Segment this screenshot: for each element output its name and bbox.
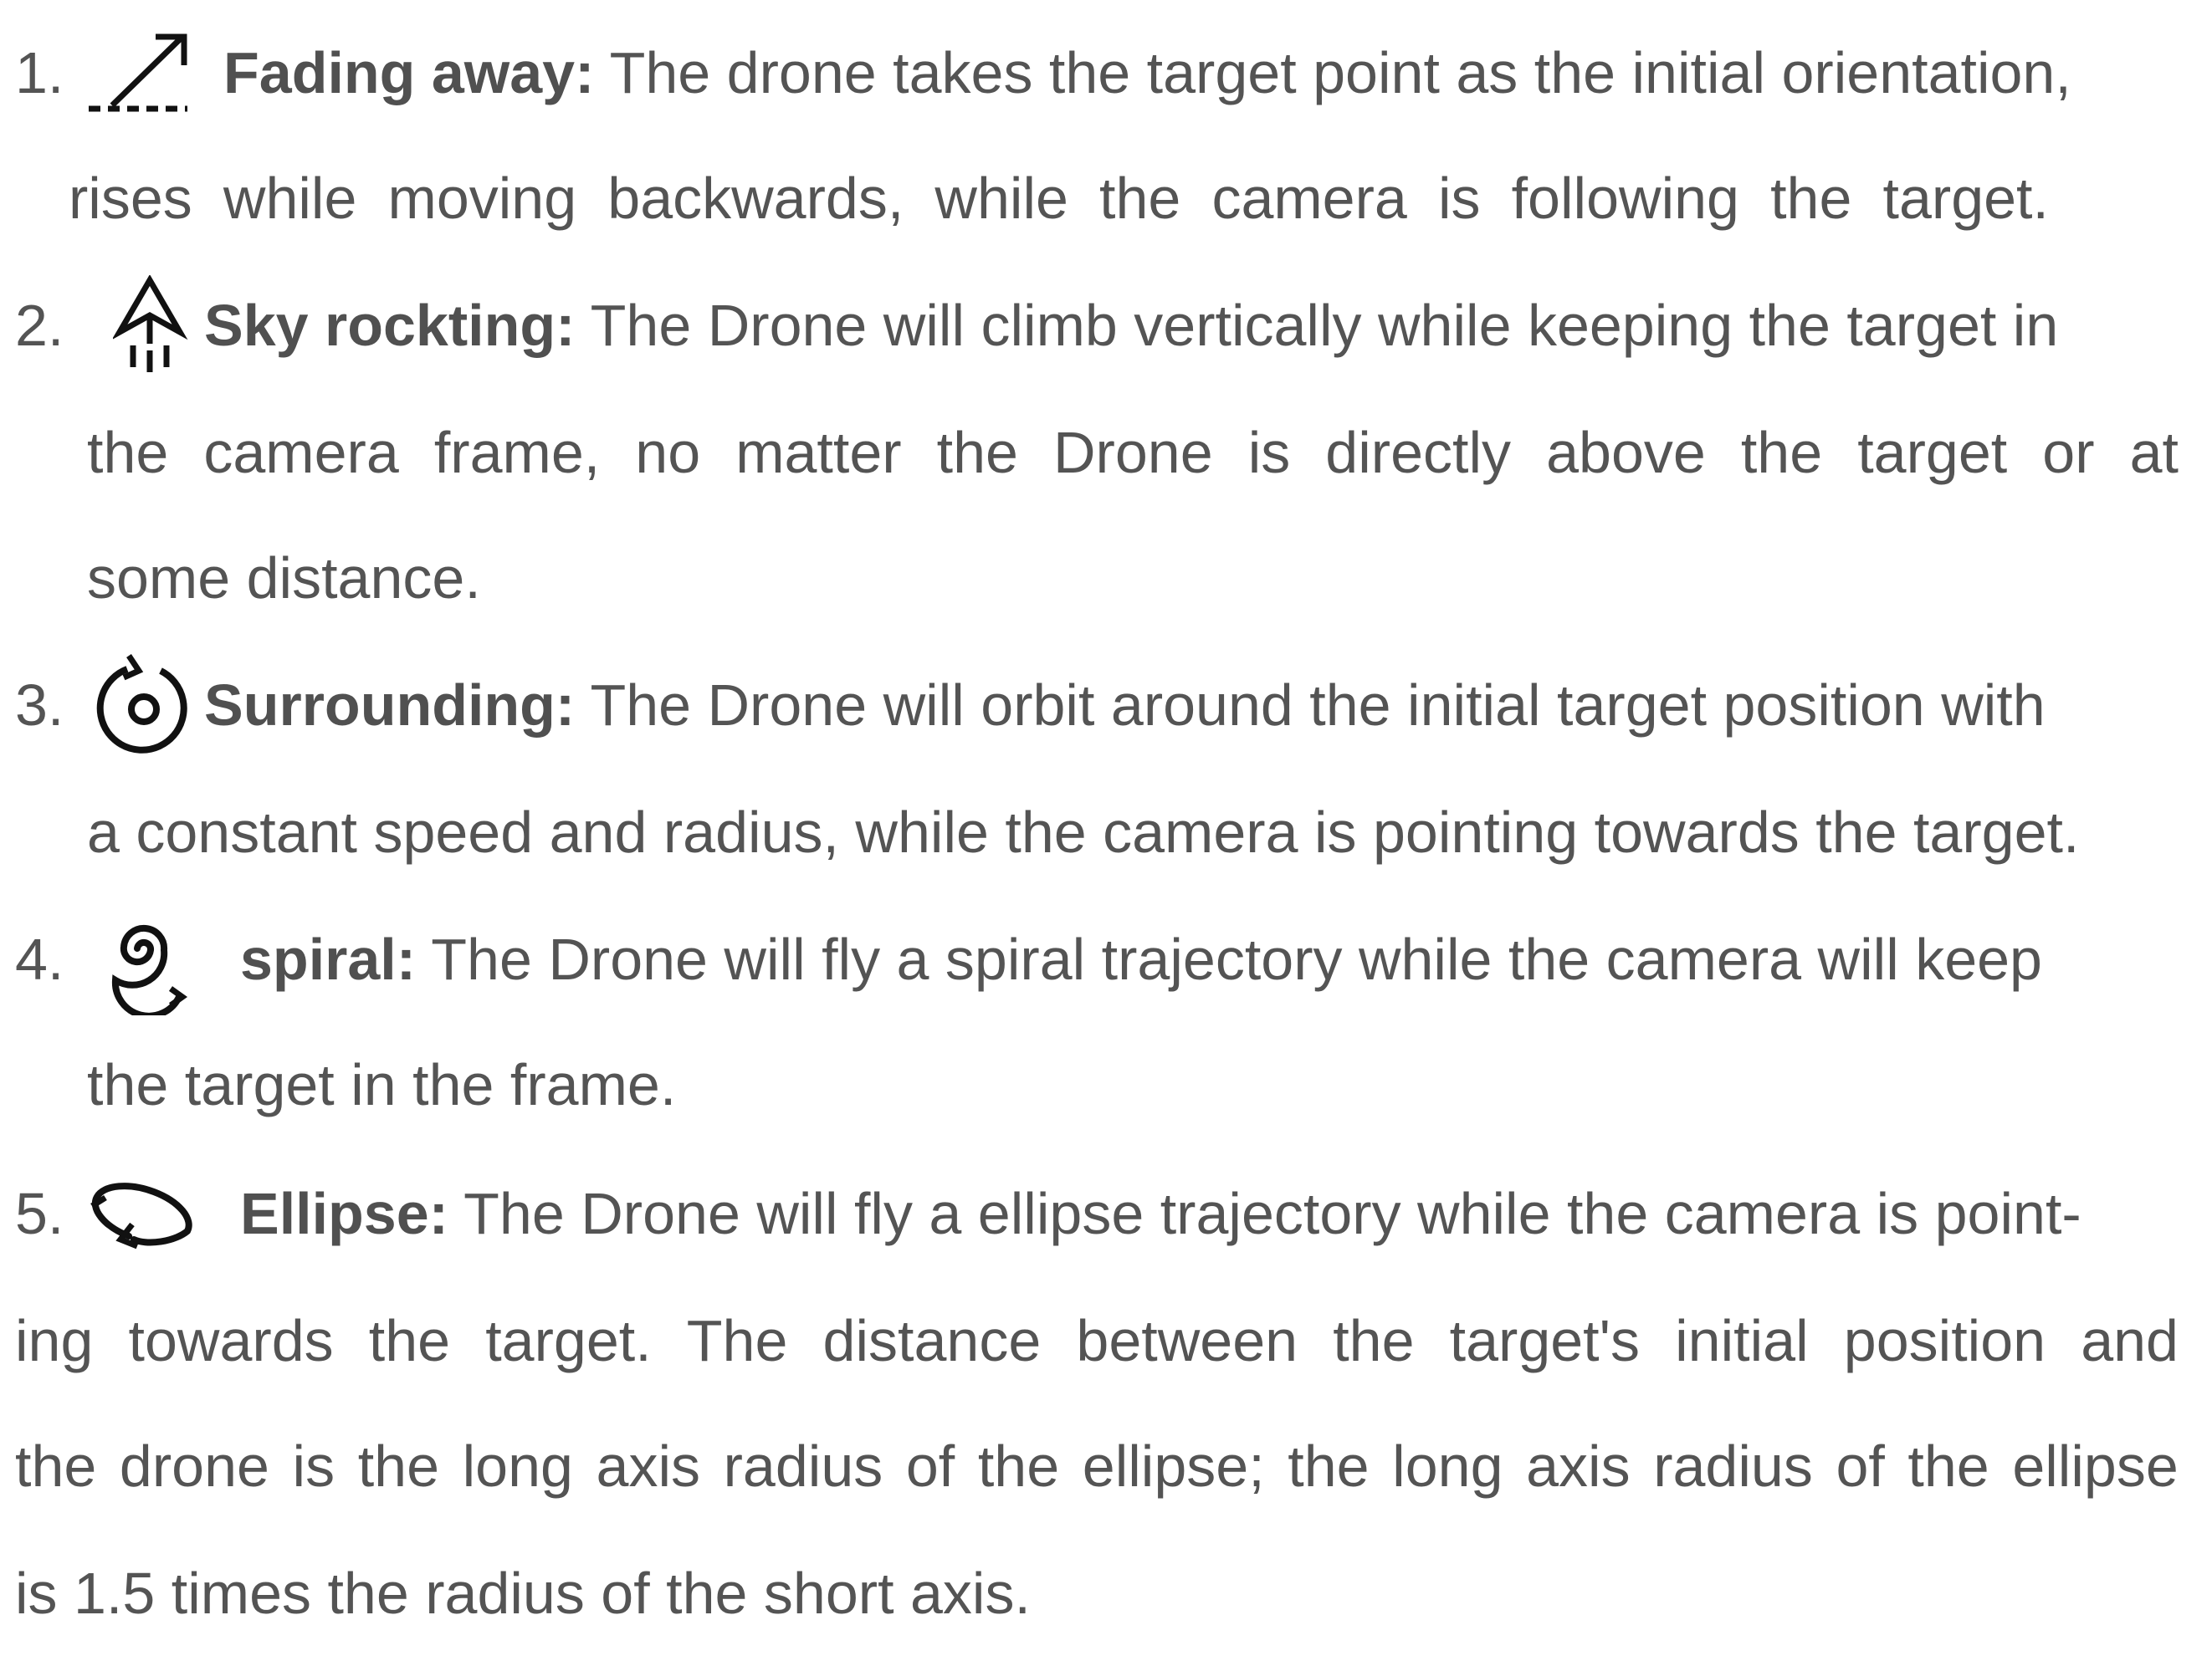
item-title: Fading away:: [223, 40, 595, 105]
word: frame,: [433, 420, 601, 485]
item-text-continuation: rises while moving backwards, while the camera…: [69, 135, 2049, 261]
word: following: [1511, 166, 1739, 231]
word: axis: [596, 1434, 701, 1499]
word: the: [936, 420, 1018, 485]
word: camera: [203, 420, 399, 485]
word: camera: [1211, 166, 1407, 231]
item-text: The drone takes the target point as the …: [609, 40, 2071, 105]
word: Drone: [1052, 420, 1213, 485]
word: axis: [1526, 1434, 1631, 1499]
word: the: [357, 1434, 440, 1499]
item-text: The Drone will orbit around the initial …: [590, 672, 2046, 738]
word: initial: [1675, 1308, 1809, 1373]
word: radius: [723, 1434, 883, 1499]
item-text-continuation: the target in the frame.: [87, 1052, 677, 1117]
word: between: [1076, 1308, 1298, 1373]
word: the: [15, 1434, 97, 1499]
word: above: [1546, 420, 1706, 485]
word: the: [1740, 420, 1823, 485]
word: long: [462, 1434, 573, 1499]
item-text: The Drone will fly a ellipse trajectory …: [463, 1181, 2081, 1246]
orbit-icon: [90, 649, 199, 758]
item-number: 2.: [15, 293, 64, 358]
word: no: [635, 420, 701, 485]
word: at: [2129, 420, 2179, 485]
word: towards: [128, 1308, 334, 1373]
item-text: The Drone will climb vertically while ke…: [590, 293, 2059, 358]
word: target: [1857, 420, 2008, 485]
fading-away-icon: [84, 28, 192, 120]
word: target's: [1449, 1308, 1640, 1373]
spiral-icon: [90, 907, 199, 1015]
word: the: [1288, 1434, 1370, 1499]
item-text-continuation: some distance.: [87, 545, 481, 611]
word: while: [934, 166, 1068, 231]
word: the: [87, 420, 169, 485]
item-number: 1.: [15, 40, 64, 105]
item-text-continuation: the camera frame, no matter the Drone is directl…: [87, 390, 2179, 515]
word: rises: [69, 166, 192, 231]
word: the: [368, 1308, 451, 1373]
word: is: [1437, 166, 1481, 231]
item-title: Surrounding:: [204, 672, 576, 738]
word: directly: [1325, 420, 1512, 485]
word: backwards,: [607, 166, 904, 231]
item-text-continuation: a constant speed and radius, while the c…: [87, 800, 2080, 865]
list-item: 5. Ellipse: The Drone will fly a ellipse…: [0, 1151, 2212, 1276]
item-title: spiral:: [240, 927, 417, 992]
word: distance: [822, 1308, 1042, 1373]
word: moving: [387, 166, 577, 231]
word: and: [2081, 1308, 2179, 1373]
item-title: Sky rockting:: [204, 293, 576, 358]
word: or: [2042, 420, 2095, 485]
word: ing: [15, 1308, 94, 1373]
list-item: 3. Surrounding: The Drone will orbit aro…: [0, 642, 2212, 768]
word: matter: [735, 420, 902, 485]
word: the: [977, 1434, 1060, 1499]
list-item: 2. Sky rockting: The Drone will climb ve…: [0, 263, 2212, 388]
word: the: [1770, 166, 1852, 231]
word: long: [1392, 1434, 1503, 1499]
word: the: [1907, 1434, 1989, 1499]
list-item: 4. spiral: The Drone will fly a spiral t…: [0, 897, 2212, 1022]
word: position: [1843, 1308, 2046, 1373]
word: while: [223, 166, 357, 231]
item-text-continuation: is 1.5 times the radius of the short axi…: [15, 1561, 1031, 1626]
item-number: 3.: [15, 672, 64, 738]
item-text-continuation: the drone is the long axis radius of the ellipse;…: [15, 1403, 2179, 1529]
word: the: [1099, 166, 1181, 231]
word: target.: [485, 1308, 652, 1373]
word: of: [905, 1434, 955, 1499]
item-title: Ellipse:: [240, 1181, 448, 1246]
word: The: [686, 1308, 788, 1373]
ellipse-icon: [84, 1169, 201, 1261]
word: radius: [1653, 1434, 1813, 1499]
word: ellipse: [2012, 1434, 2179, 1499]
word: is: [292, 1434, 335, 1499]
word: is: [1247, 420, 1291, 485]
word: drone: [119, 1434, 269, 1499]
item-number: 5.: [15, 1181, 64, 1246]
item-number: 4.: [15, 927, 64, 992]
word: of: [1836, 1434, 1885, 1499]
item-text: The Drone will fly a spiral trajectory w…: [431, 927, 2042, 992]
sky-rocket-icon: [113, 275, 188, 376]
item-text-continuation: ing towards the target. The distance between th…: [15, 1278, 2179, 1403]
list-item: 1. Fading away: The drone takes the targ…: [0, 10, 2212, 135]
word: target.: [1882, 166, 2049, 231]
word: ellipse;: [1082, 1434, 1265, 1499]
word: the: [1333, 1308, 1415, 1373]
drone-modes-list: 1. Fading away: The drone takes the targ…: [0, 0, 2212, 1626]
